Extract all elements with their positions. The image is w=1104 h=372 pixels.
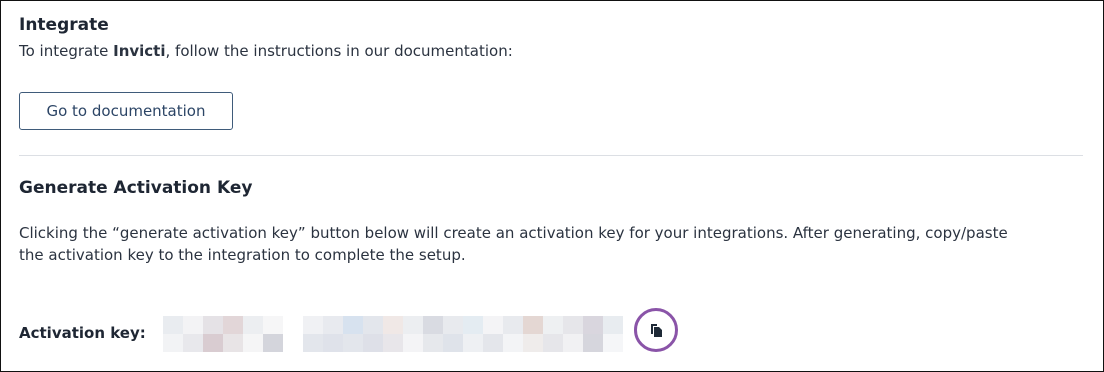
activation-description: Clicking the “generate activation key” b… — [19, 224, 1008, 264]
activation-key-label: Activation key: — [19, 324, 146, 342]
integrate-section: Integrate To integrate Invicti, follow t… — [19, 15, 1083, 62]
activation-key-value-obscured — [163, 316, 623, 352]
copy-icon — [648, 322, 664, 338]
section-divider — [19, 155, 1083, 156]
integrate-instructions: To integrate Invicti, follow the instruc… — [19, 40, 1083, 62]
integrate-text-suffix: , follow the instructions in our documen… — [165, 42, 513, 60]
go-to-documentation-button[interactable]: Go to documentation — [19, 92, 233, 130]
product-name: Invicti — [113, 42, 166, 60]
integration-panel: Integrate To integrate Invicti, follow t… — [0, 0, 1104, 372]
activation-title: Generate Activation Key — [19, 178, 253, 198]
integrate-title: Integrate — [19, 15, 109, 35]
activation-section: Generate Activation Key Clicking the “ge… — [19, 178, 1083, 266]
integrate-text-prefix: To integrate — [19, 42, 114, 60]
copy-activation-key-button[interactable] — [634, 308, 678, 352]
